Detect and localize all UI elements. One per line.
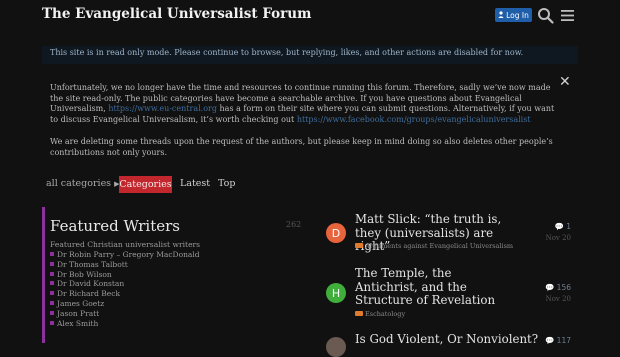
category-dropdown-label: all categories	[46, 178, 112, 189]
subcategory-label: Dr Robin Parry – Gregory MacDonald	[57, 250, 200, 259]
topic-category[interactable]: Arguments against Evangelical Universali…	[355, 242, 513, 250]
topic-title[interactable]: Is God Violent, Or Nonviolent?	[355, 332, 538, 347]
reply-count: 💬 156	[538, 283, 571, 292]
topic-date: Nov 20	[545, 295, 571, 303]
category-badge-icon	[50, 281, 54, 286]
subcategory-label: James Goetz	[57, 298, 105, 308]
facebook-group-link[interactable]: https://www.facebook.com/groups/evangeli…	[297, 115, 531, 124]
topic-title[interactable]: The Temple, the Antichrist, and the Stru…	[355, 266, 515, 308]
subcategory-item[interactable]: Alex Smith	[50, 319, 200, 329]
subcategory-item[interactable]: Dr David Konstan	[50, 279, 200, 289]
subcategory-item[interactable]: Dr Bob Wilson	[50, 270, 200, 280]
search-icon[interactable]	[537, 7, 554, 24]
tab-latest[interactable]: Latest	[180, 178, 210, 189]
subcategory-label: Alex Smith	[57, 318, 99, 328]
reply-icon: 💬	[544, 283, 555, 292]
reply-count: 💬 1	[540, 222, 571, 231]
subcategory-label: Jason Pratt	[57, 308, 100, 318]
subcategory-item[interactable]: James Goetz	[50, 299, 200, 309]
topic-category-label: Arguments against Evangelical Universali…	[365, 242, 514, 250]
subcategory-label: Dr Richard Beck	[57, 289, 120, 299]
category-badge-icon	[50, 261, 54, 266]
site-title[interactable]: The Evangelical Universalist Forum	[42, 6, 311, 22]
subcategory-item[interactable]: Dr Thomas Talbott	[50, 260, 200, 270]
category-topic-count: 262	[286, 220, 302, 229]
subcategory-label: Dr Bob Wilson	[57, 269, 112, 279]
eu-central-link[interactable]: https://www.eu-central.org	[108, 104, 217, 113]
subcategory-list: Dr Robin Parry – Gregory MacDonald Dr Th…	[50, 250, 200, 328]
topic-date: Nov 20	[545, 234, 571, 242]
category-badge-icon	[50, 300, 54, 305]
category-title[interactable]: Featured Writers	[50, 217, 180, 235]
topic-category[interactable]: Eschatology	[355, 310, 405, 318]
user-icon	[498, 10, 504, 20]
notice-paragraph: Unfortunately, we no longer have the tim…	[50, 83, 560, 126]
reply-icon: 💬	[554, 222, 564, 231]
reply-count-value: 1	[566, 222, 571, 231]
login-label: Log In	[506, 10, 529, 20]
category-badge-icon	[50, 291, 54, 296]
site-notice: Unfortunately, we no longer have the tim…	[50, 83, 560, 169]
reply-count-value: 117	[556, 336, 571, 345]
category-description: Featured Christian universalist writers	[50, 240, 201, 249]
category-badge-icon	[50, 252, 54, 256]
tab-top[interactable]: Top	[218, 178, 235, 189]
reply-icon: 💬	[544, 336, 555, 345]
category-dropdown[interactable]: all categories ▶	[46, 178, 119, 189]
subcategory-item[interactable]: Dr Robin Parry – Gregory MacDonald	[50, 250, 200, 260]
close-icon[interactable]: ✕	[559, 74, 571, 90]
category-badge-icon	[355, 311, 363, 316]
subcategory-item[interactable]: Jason Pratt	[50, 309, 200, 319]
avatar[interactable]: H	[326, 283, 346, 303]
subcategory-label: Dr Thomas Talbott	[57, 259, 128, 269]
reply-count-value: 156	[556, 283, 571, 292]
topic-category-label: Eschatology	[365, 310, 406, 318]
login-button[interactable]: Log In	[495, 8, 532, 22]
category-badge-icon	[50, 310, 54, 315]
avatar[interactable]: D	[326, 223, 346, 243]
category-color-bar	[42, 207, 45, 343]
category-badge-icon	[355, 243, 363, 248]
reply-count: 💬 117	[538, 336, 571, 345]
avatar[interactable]	[326, 337, 346, 357]
hamburger-icon[interactable]	[560, 8, 575, 23]
category-badge-icon	[50, 320, 54, 325]
tab-categories[interactable]: Categories	[119, 176, 172, 193]
category-badge-icon	[50, 271, 54, 276]
subcategory-item[interactable]: Dr Richard Beck	[50, 289, 200, 299]
notice-paragraph-2: We are deleting some threads upon the re…	[50, 136, 553, 157]
subcategory-label: Dr David Konstan	[57, 279, 125, 289]
readonly-banner-text: This site is in read only mode. Please c…	[50, 48, 524, 57]
